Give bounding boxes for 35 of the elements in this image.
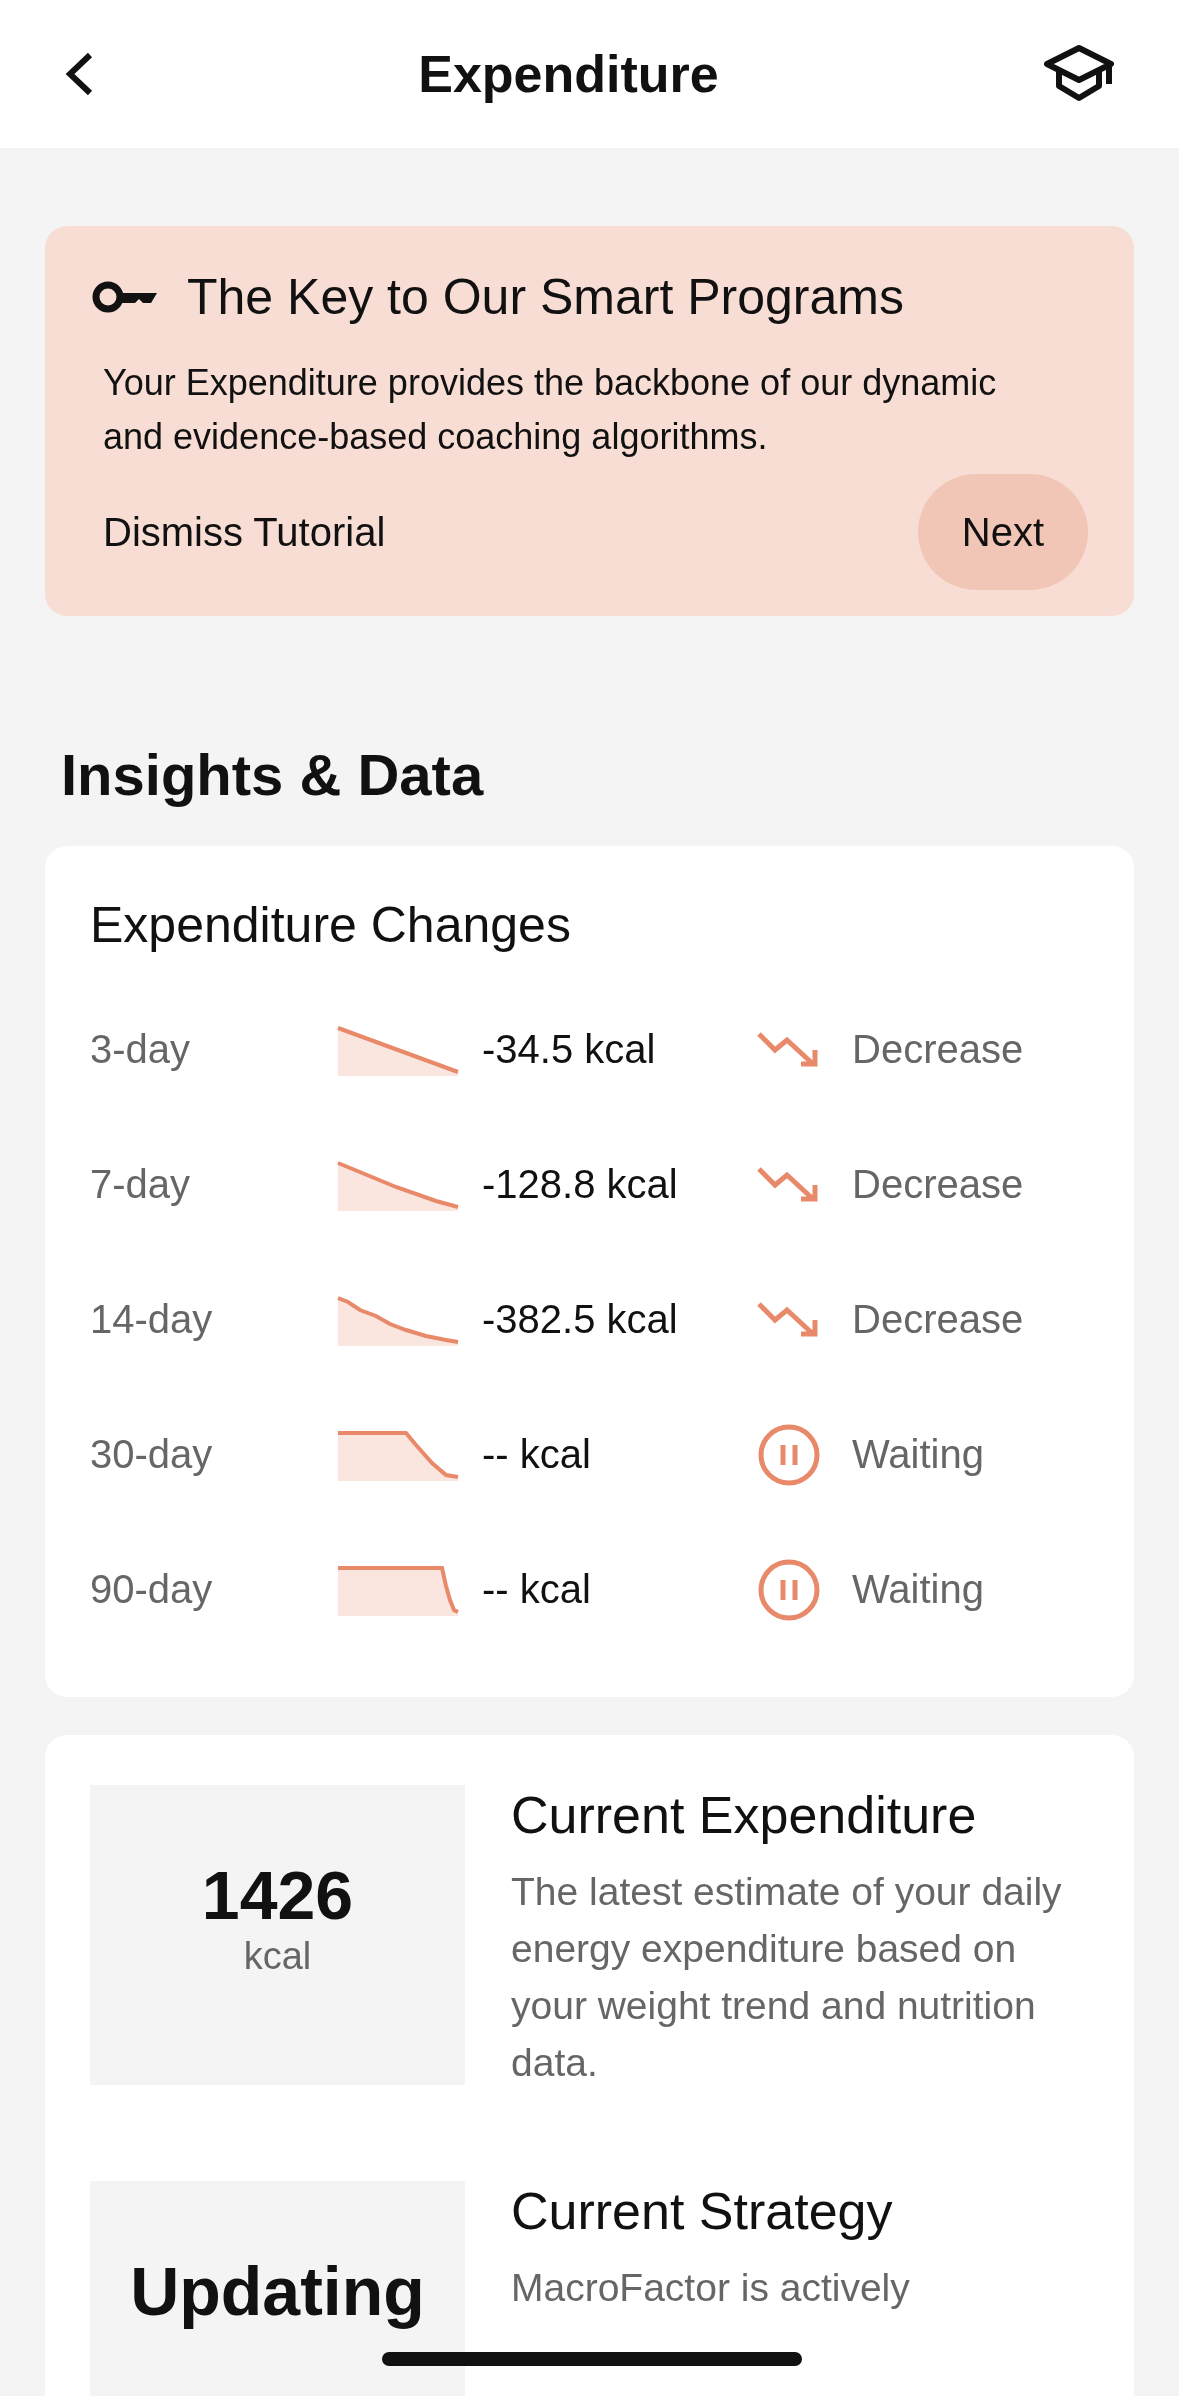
- period-label: 3-day: [90, 1027, 192, 1072]
- tutorial-title: The Key to Our Smart Programs: [187, 268, 904, 326]
- period-label: 14-day: [90, 1297, 214, 1342]
- change-value: -382.5 kcal: [482, 1297, 679, 1342]
- tutorial-button[interactable]: [1043, 44, 1115, 104]
- back-button[interactable]: [64, 51, 94, 97]
- status-label: Decrease: [852, 1027, 1025, 1072]
- metric-description: The latest estimate of your daily energy expenditure based on your weight trend and nutrition data.: [511, 1869, 1063, 2086]
- period-label: 7-day: [90, 1162, 192, 1207]
- change-value: -128.8 kcal: [482, 1162, 679, 1207]
- card-title: Expenditure Changes: [90, 896, 572, 954]
- next-button[interactable]: Next: [917, 474, 1088, 590]
- change-value: -- kcal: [482, 1432, 592, 1477]
- status-label: Waiting: [852, 1432, 985, 1477]
- status-label: Decrease: [852, 1297, 1025, 1342]
- metric-value: Updating: [130, 2252, 425, 2331]
- pause-icon: [757, 1422, 821, 1487]
- status-label: Decrease: [852, 1162, 1025, 1207]
- page-title: Expenditure: [418, 44, 719, 104]
- back-icon: [64, 51, 94, 97]
- change-value: -34.5 kcal: [482, 1027, 657, 1072]
- dismiss-tutorial-button[interactable]: Dismiss Tutorial: [103, 509, 386, 555]
- period-label: 30-day: [90, 1432, 214, 1477]
- metric-unit: kcal: [243, 1935, 312, 1978]
- tutorial-text: Your Expenditure provides the backbone of our dynamic and evidence-based coaching algorithms.: [103, 361, 998, 459]
- section-title: Insights & Data: [61, 741, 485, 808]
- metric-description: MacroFactor is actively: [511, 2265, 910, 2311]
- status-label: Waiting: [852, 1567, 985, 1612]
- pause-icon: [757, 1557, 821, 1622]
- metric-title: Current Strategy: [511, 2181, 894, 2241]
- change-value: -- kcal: [482, 1567, 592, 1612]
- graduation-cap-icon: [1043, 44, 1115, 104]
- metric-value: 1426: [201, 1856, 354, 1935]
- period-label: 90-day: [90, 1567, 214, 1612]
- metric-title: Current Expenditure: [511, 1785, 978, 1845]
